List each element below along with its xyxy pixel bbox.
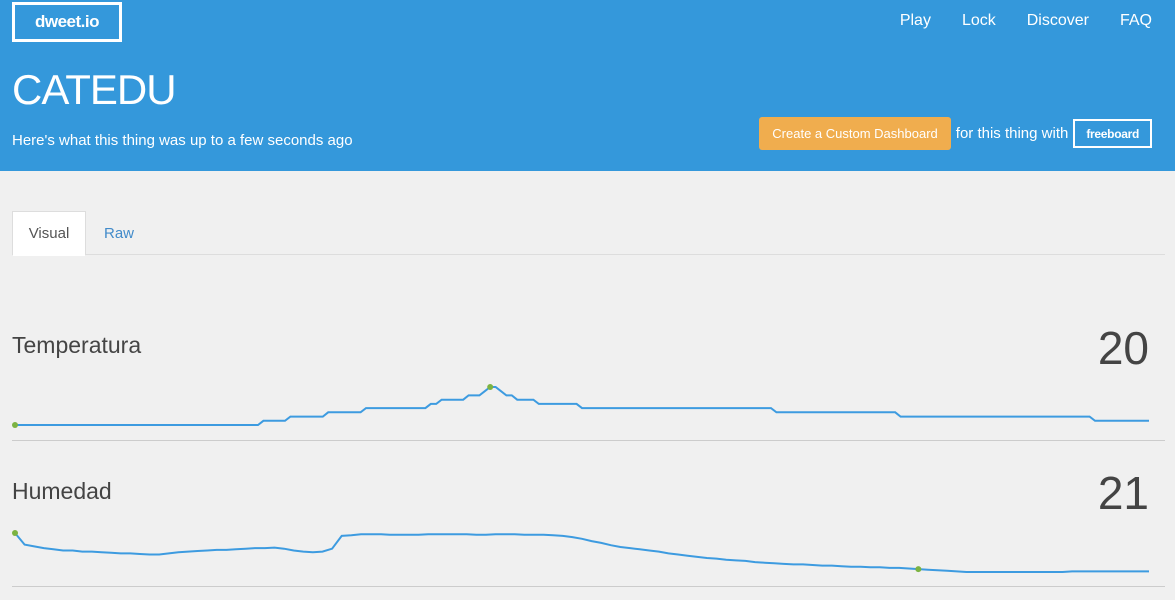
cta-text: for this thing with [955,125,1069,142]
min-marker [915,566,922,573]
min-marker [12,422,18,428]
create-dashboard-button[interactable]: Create a Custom Dashboard [759,117,951,150]
dweet-logo[interactable]: dweet.io [12,2,122,42]
metric-label: Humedad [12,478,112,504]
nav-discover[interactable]: Discover [1027,12,1089,30]
thing-subtitle: Here's what this thing was up to a few s… [12,132,353,149]
freeboard-link[interactable]: freeboard [1073,119,1152,148]
dashboard-cta: Create a Custom Dashboard for this thing… [759,117,1152,150]
nav-faq[interactable]: FAQ [1120,12,1152,30]
tab-visual[interactable]: Visual [12,211,86,256]
metric-label: Temperatura [12,332,142,358]
humedad-sparkline [12,530,1149,573]
metric-temperatura: Temperatura 20 [12,255,1165,441]
series-line [15,386,1149,426]
thing-name: CATEDU [12,66,177,113]
max-marker [12,530,18,536]
series-line [14,532,1149,573]
view-tabs: Visual Raw [12,211,1165,256]
metric-humedad: Humedad 21 [12,441,1165,587]
temperatura-sparkline [12,384,1149,428]
max-marker [487,384,494,390]
header-bar: dweet.io Play Lock Discover FAQ CATEDU H… [0,0,1175,171]
nav-lock[interactable]: Lock [962,12,996,30]
nav-play[interactable]: Play [900,12,931,30]
tab-raw[interactable]: Raw [90,211,148,255]
metric-value: 21 [1097,467,1149,519]
top-nav: Play Lock Discover FAQ [900,12,1152,30]
